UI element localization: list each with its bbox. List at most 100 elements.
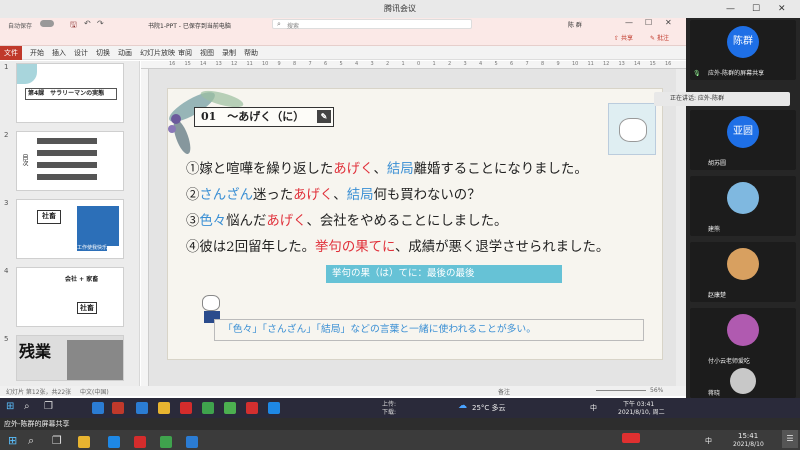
thumb-number: 4 [4,267,9,275]
avatar: 陈群 [727,26,759,58]
window-close-icon[interactable]: ✕ [665,18,672,27]
avatar [730,368,756,394]
tencent-meeting-icon[interactable] [268,402,280,414]
app-icon[interactable] [202,402,214,414]
zoom-slider[interactable] [596,390,646,391]
file-explorer-icon[interactable] [78,436,90,448]
sentence-segment: ③ [186,214,200,229]
tab-insert[interactable]: 插入 [52,48,66,58]
tab-home[interactable]: 开始 [30,48,44,58]
ruler-number: 10 [262,61,269,67]
tab-transitions[interactable]: 切换 [96,48,110,58]
app-icon[interactable] [224,402,236,414]
window-minimize-icon[interactable]: — [625,18,633,27]
ruler-number: 1 [432,61,436,67]
zoom-level[interactable]: 56% [650,387,663,394]
tab-design[interactable]: 设计 [74,48,88,58]
app-icon[interactable] [92,402,104,414]
participant-tile[interactable]: 蒋晓 [690,366,796,398]
ime-indicator[interactable]: 中 [705,436,712,446]
thumb-caption: 社畜 [77,302,97,314]
share-label: 共享 [620,35,633,42]
redo-icon[interactable]: ↷ [97,19,104,28]
undo-icon[interactable]: ↶ [84,19,91,28]
ruler-number: 11 [587,61,594,67]
participant-tile[interactable]: 付小云老师爱吃 [690,308,796,368]
tab-review[interactable]: 审阅 [178,48,192,58]
vertical-ruler [141,69,149,388]
current-slide: 01 ～あげく（に） ✎ ①嫁と喧嘩を繰り返したあげく、結局離婚することになりま… [167,88,663,360]
sogou-ime-icon[interactable] [622,433,640,443]
participant-tile[interactable]: 亚圆 胡苏圆 [690,110,796,170]
participant-tile[interactable]: 陈群 🎙 应外-陈群的屏幕共享 [690,20,796,80]
tab-file[interactable]: 文件 [0,46,22,60]
screen-share-label[interactable]: 应外-陈群的屏幕共享 [4,419,70,429]
autosave-toggle[interactable] [40,20,54,27]
vertical-scrollbar[interactable] [676,69,686,388]
local-taskbar: 应外-陈群的屏幕共享 ⊞ ⌕ ❐ 中 15:41 2021/8/10 ☰ [0,418,800,450]
task-view-icon[interactable]: ❐ [44,401,53,412]
save-icon[interactable]: 🖫 [70,19,77,33]
sentence-segment: 挙句の果てに [315,240,395,255]
search-placeholder: 搜索 [287,23,300,30]
tab-record[interactable]: 录制 [222,48,236,58]
sentence-segment: 悩んだ [226,214,267,229]
thumb-row [37,162,97,168]
thumb-slide-4[interactable]: 会社 + 家畜 社畜 [16,267,124,327]
horizontal-ruler: 16 15 14 13 12 11 10 9 8 7 6 5 4 3 2 1 0 1 2 3 4 5 6 7 8 9 10 11 12 1… [141,61,686,69]
app-icon[interactable] [134,436,146,448]
sentence-segment: あげく [293,188,334,203]
participant-name: 付小云老师爱吃 [708,358,751,365]
tencent-meeting-icon[interactable] [108,436,120,448]
search-icon[interactable]: ⌕ [24,401,30,412]
participant-tile[interactable]: 建熊 [690,176,796,236]
minimize-icon[interactable]: — [726,0,735,18]
share-button[interactable]: ⇧ 共享 [614,33,633,42]
app-icon[interactable] [186,436,198,448]
document-title: 书院1-PPT - 已保存到当前电脑 [148,23,231,30]
tab-animations[interactable]: 动画 [118,48,132,58]
tab-view[interactable]: 视图 [200,48,214,58]
language-status[interactable]: 中文(中国) [80,387,109,396]
ruler-number: 6 [324,61,328,67]
thumb-number: 2 [4,131,9,139]
avatar: 亚圆 [727,116,759,148]
ime-indicator[interactable]: 中 [590,403,597,413]
thumb-row [37,174,97,180]
notification-icon[interactable]: ☰ [782,430,798,448]
cat-head [202,295,220,311]
task-view-icon[interactable]: ❐ [52,434,62,447]
powerpoint-icon[interactable] [112,402,124,414]
thumb-slide-5[interactable]: 残業 [16,335,124,381]
thumb-slide-2[interactable]: 目次 [16,131,124,191]
app-icon[interactable] [180,402,192,414]
app-icon[interactable] [160,436,172,448]
weather-text[interactable]: 25°C 多云 [472,403,506,413]
windows-icon[interactable]: ⊞ [8,434,17,447]
windows-icon[interactable]: ⊞ [6,401,14,412]
comment-button[interactable]: ✎ 批注 [650,33,669,42]
search-box[interactable]: ⌕ 搜索 [272,19,472,30]
chrome-icon[interactable] [158,402,170,414]
thumb-slide-3[interactable]: 社畜 工作使我快乐 [16,199,124,259]
clock-time[interactable]: 15:41 [738,432,758,440]
thumb-title: 第4課 サラリーマンの実態 [25,88,117,100]
close-icon[interactable]: ✕ [778,0,786,18]
thumb-slide-1[interactable]: 第4課 サラリーマンの実態 [16,63,124,123]
user-name[interactable]: 陈 群 [568,20,582,29]
window-maximize-icon[interactable]: ☐ [645,18,652,27]
clock-date[interactable]: 2021/8/10 [733,441,764,448]
quick-access-bar: 自动保存 🖫 ↶ ↷ 书院1-PPT - 已保存到当前电脑 ⌕ 搜索 陈 群 —… [0,18,686,46]
clock-date[interactable]: 2021/8/10, 周二 [618,407,665,416]
app-icon[interactable] [246,402,258,414]
maximize-icon[interactable]: ☐ [752,0,760,18]
search-icon[interactable]: ⌕ [28,434,34,448]
participant-tile[interactable]: 赵康楚 [690,242,796,302]
app-icon[interactable] [136,402,148,414]
tab-slideshow[interactable]: 幻灯片放映 [140,48,175,58]
cat-face [619,118,647,142]
tab-help[interactable]: 帮助 [244,48,258,58]
ruler-number: 15 [184,61,191,67]
ribbon-tabs: 文件 开始 插入 设计 切换 动画 幻灯片放映 审阅 视图 录制 帮助 [0,46,686,60]
notes-button[interactable]: 备注 [498,387,510,396]
